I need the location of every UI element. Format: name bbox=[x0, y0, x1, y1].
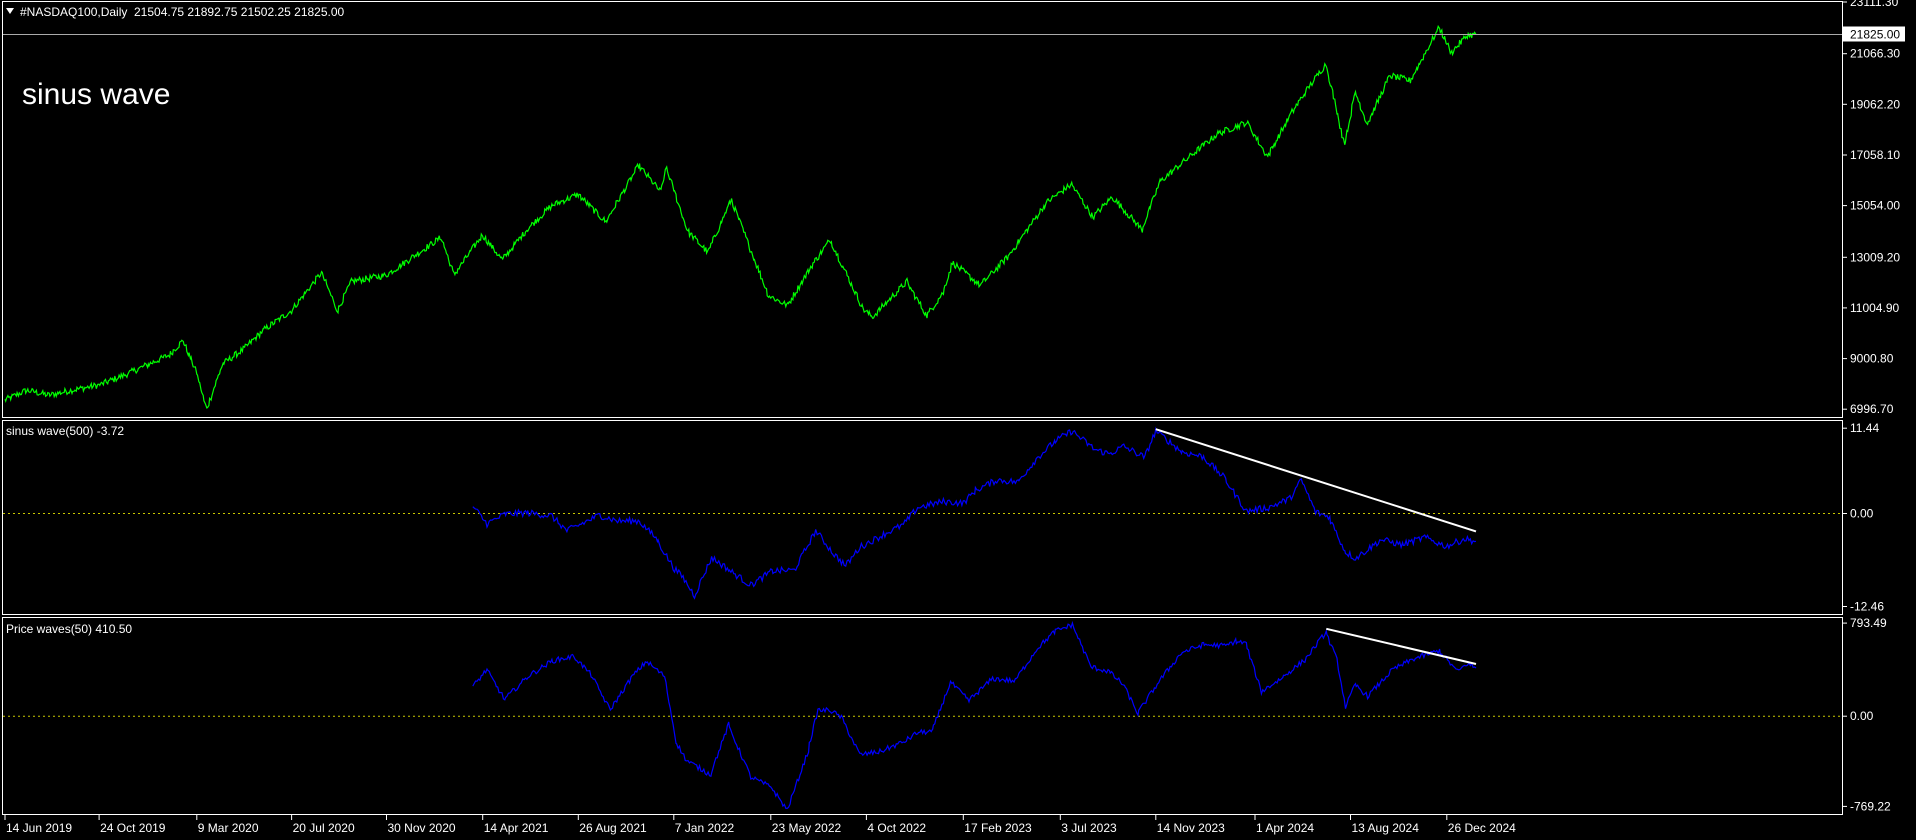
x-tick-label: 20 Jul 2020 bbox=[293, 821, 355, 835]
y-tick-label: 11004.90 bbox=[1850, 301, 1899, 315]
price-panel-header: #NASDAQ100,Daily 21504.75 21892.75 21502… bbox=[6, 5, 345, 19]
x-tick-label: 1 Apr 2024 bbox=[1256, 821, 1314, 835]
symbol-header: #NASDAQ100,Daily bbox=[20, 5, 127, 19]
pricewaves-panel-title: Price waves(50) 410.50 bbox=[6, 622, 132, 636]
y-tick-label: 13009.20 bbox=[1850, 250, 1900, 264]
x-tick-label: 14 Nov 2023 bbox=[1157, 821, 1225, 835]
y-tick-label: 21066.30 bbox=[1850, 47, 1900, 61]
sinus-panel-title: sinus wave(500) -3.72 bbox=[6, 424, 124, 438]
x-tick-label: 14 Jun 2019 bbox=[6, 821, 72, 835]
x-tick-label: 23 May 2022 bbox=[772, 821, 842, 835]
y-tick-label: 0.00 bbox=[1850, 507, 1874, 521]
x-tick-label: 17 Feb 2023 bbox=[964, 821, 1032, 835]
x-tick-label: 3 Jul 2023 bbox=[1061, 821, 1117, 835]
chart-annotation: sinus wave bbox=[22, 78, 170, 111]
y-tick-label: 11.44 bbox=[1850, 421, 1879, 435]
x-tick-label: 14 Apr 2021 bbox=[484, 821, 549, 835]
y-tick-label: 15054.00 bbox=[1850, 199, 1900, 213]
y-tick-label: 19062.20 bbox=[1850, 97, 1900, 111]
y-tick-label: -769.22 bbox=[1850, 799, 1891, 813]
x-tick-label: 30 Nov 2020 bbox=[388, 821, 456, 835]
trading-chart[interactable]: #NASDAQ100,Daily 21504.75 21892.75 21502… bbox=[0, 0, 1916, 840]
y-tick-label: 23111.30 bbox=[1850, 0, 1899, 9]
x-tick-label: 13 Aug 2024 bbox=[1352, 821, 1420, 835]
x-tick-label: 9 Mar 2020 bbox=[198, 821, 259, 835]
y-tick-label: 6996.70 bbox=[1850, 402, 1894, 416]
x-tick-label: 4 Oct 2022 bbox=[867, 821, 926, 835]
x-tick-label: 7 Jan 2022 bbox=[675, 821, 735, 835]
y-tick-label: 17058.10 bbox=[1850, 148, 1900, 162]
current-price-label: 21825.00 bbox=[1850, 28, 1900, 42]
x-tick-label: 24 Oct 2019 bbox=[100, 821, 166, 835]
y-tick-label: 0.00 bbox=[1850, 709, 1874, 723]
x-tick-label: 26 Dec 2024 bbox=[1448, 821, 1516, 835]
ohlc-values: 21504.75 21892.75 21502.25 21825.00 bbox=[134, 5, 345, 19]
y-tick-label: -12.46 bbox=[1850, 600, 1884, 614]
y-tick-label: 9000.80 bbox=[1850, 352, 1894, 366]
x-tick-label: 26 Aug 2021 bbox=[579, 821, 647, 835]
y-tick-label: 793.49 bbox=[1850, 616, 1887, 630]
